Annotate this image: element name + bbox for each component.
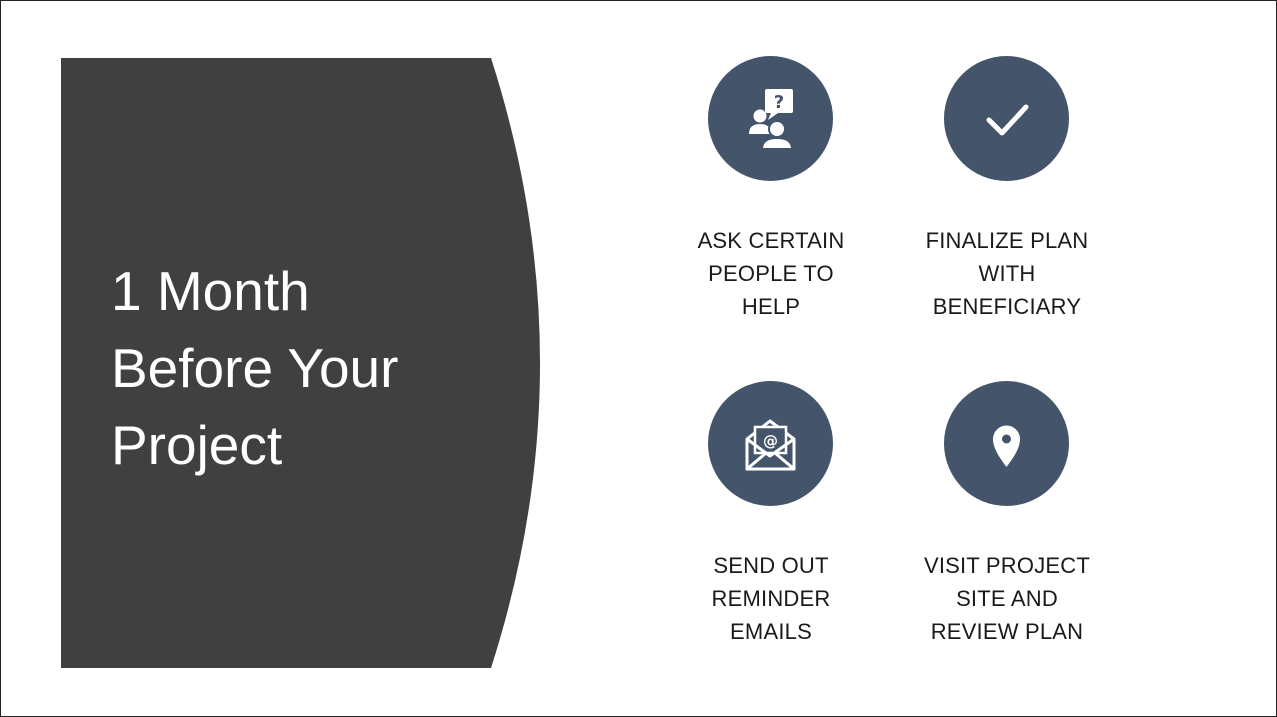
- label-line: PEOPLE TO: [708, 261, 834, 286]
- label-line: HELP: [741, 294, 801, 319]
- tile-visit-site-label: VISIT PROJECT SITE AND REVIEW PLAN: [887, 549, 1127, 648]
- label-line: REMINDER: [711, 586, 831, 611]
- slide-title-line-2: Before Your: [111, 337, 399, 399]
- svg-text:@: @: [763, 432, 778, 450]
- email-envelope-icon-circle: @: [708, 381, 833, 506]
- tile-finalize-plan-label: FINALIZE PLAN WITH BENEFICIARY: [887, 224, 1127, 323]
- label-line: SEND OUT: [713, 553, 829, 578]
- label-line: WITH: [978, 261, 1036, 286]
- label-line: SITE AND: [956, 586, 1058, 611]
- svg-text:?: ?: [774, 92, 784, 113]
- label-line: FINALIZE PLAN: [925, 228, 1089, 253]
- ask-people-icon: ?: [749, 89, 794, 150]
- checkmark-icon-circle: [944, 56, 1069, 181]
- email-envelope-icon: @: [745, 419, 796, 471]
- tile-ask-people-label: ASK CERTAIN PEOPLE TO HELP: [651, 224, 891, 323]
- checkmark-icon: [986, 104, 1029, 136]
- label-line: EMAILS: [730, 619, 812, 644]
- map-pin-icon-circle: [944, 381, 1069, 506]
- tile-send-emails-label: SEND OUT REMINDER EMAILS: [651, 549, 891, 648]
- label-line: ASK CERTAIN: [697, 228, 845, 253]
- slide: 1 Month Before Your Project ? ASK CERTAI…: [0, 0, 1277, 717]
- slide-title-line-3: Project: [111, 414, 283, 476]
- slide-title: 1 Month Before Your Project: [111, 253, 471, 484]
- label-line: REVIEW PLAN: [930, 619, 1084, 644]
- slide-title-line-1: 1 Month: [111, 260, 310, 322]
- map-pin-icon: [993, 425, 1020, 467]
- label-line: BENEFICIARY: [932, 294, 1082, 319]
- label-line: VISIT PROJECT: [924, 553, 1090, 578]
- ask-people-icon-circle: ?: [708, 56, 833, 181]
